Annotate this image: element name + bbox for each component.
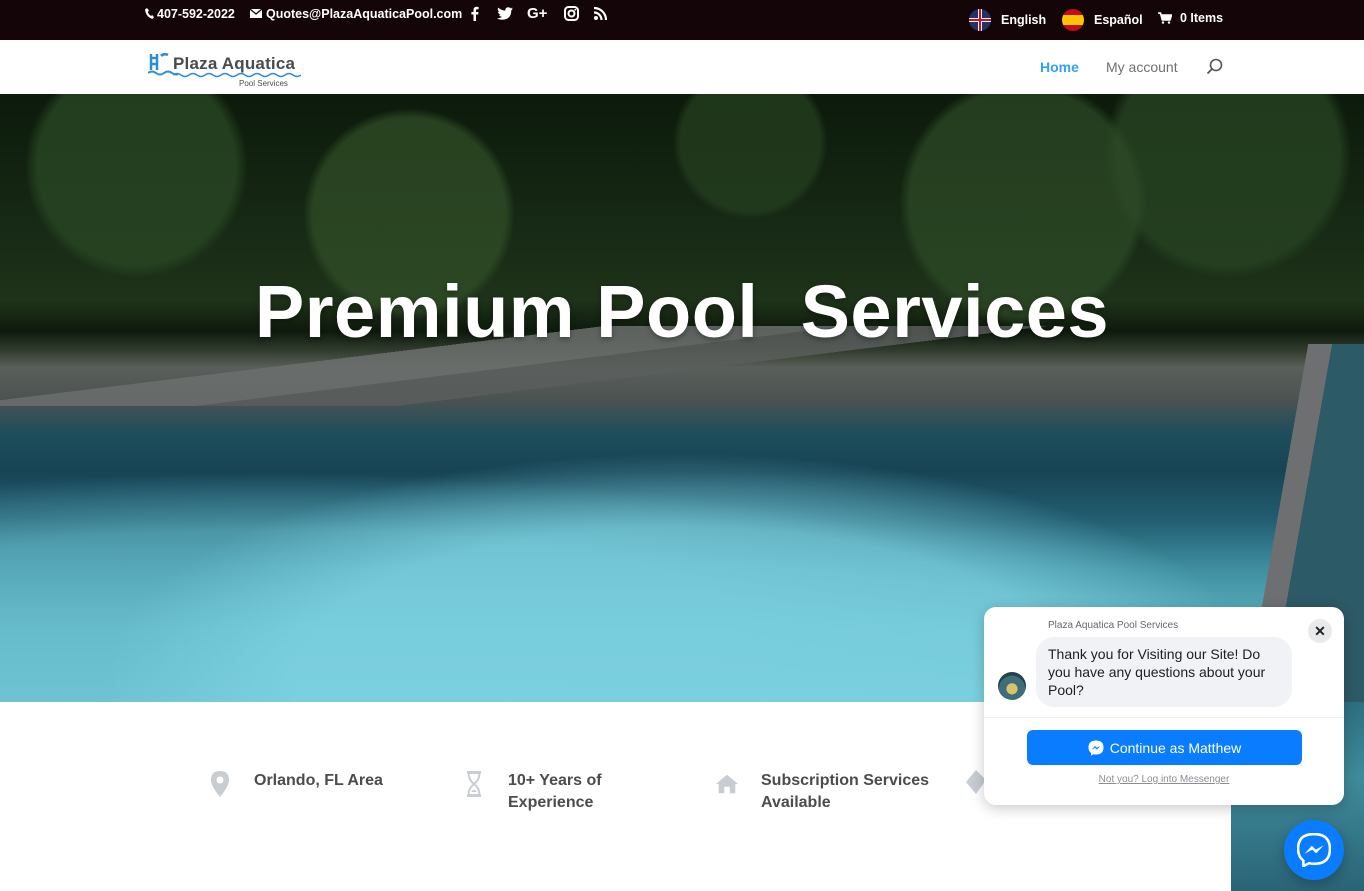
feature-subscription-text: Subscription Services Available [761, 772, 930, 811]
messenger-icon [1088, 740, 1104, 756]
home-icon [715, 770, 739, 798]
lang-english-link[interactable]: English [969, 6, 1046, 33]
cart-link[interactable]: 0 Items [1158, 4, 1223, 31]
messenger-launcher-button[interactable] [1284, 820, 1344, 880]
tag-icon [966, 770, 986, 799]
facebook-icon [471, 6, 479, 21]
top-bar: 407-592-2022 Quotes@PlazaAquaticaPool.co… [0, 0, 1364, 40]
logo-subtitle: Pool Services [239, 79, 288, 88]
continue-as-label: Continue as Matthew [1109, 739, 1242, 756]
instagram-icon [564, 6, 579, 21]
not-you-link[interactable]: Not you? Log into Messenger [984, 774, 1344, 785]
map-pin-icon [208, 770, 232, 798]
lang-spanish-label: Español [1094, 12, 1143, 27]
envelope-icon [250, 9, 262, 18]
phone-icon [145, 8, 154, 19]
logo-name: Plaza Aquatica [173, 54, 296, 73]
twitter-icon [497, 7, 513, 20]
spain-flag-icon [1062, 8, 1084, 31]
feature-experience-text: 10+ Years of Experience [508, 772, 602, 811]
facebook-link[interactable] [471, 0, 479, 27]
chat-close-button[interactable]: ✕ [1308, 619, 1332, 643]
cart-icon [1158, 11, 1172, 24]
phone-number: 407-592-2022 [157, 6, 235, 21]
feature-subscription: Subscription Services Available [715, 770, 941, 814]
lang-spanish-link[interactable]: Español [1062, 6, 1143, 33]
rss-icon [594, 7, 607, 20]
logo-wave-icon [173, 72, 301, 78]
rss-link[interactable] [594, 0, 607, 27]
continue-as-button[interactable]: Continue as Matthew [1027, 730, 1302, 765]
uk-flag-icon [969, 8, 991, 31]
messenger-chat-popup: Plaza Aquatica Pool Services ✕ Thank you… [984, 607, 1344, 805]
chat-message-bubble: Thank you for Visiting our Site! Do you … [1036, 637, 1292, 707]
email-link[interactable]: Quotes@PlazaAquaticaPool.com [250, 0, 462, 27]
feature-location-text: Orlando, FL Area [254, 772, 383, 789]
feature-experience: 10+ Years of Experience [462, 770, 628, 814]
chat-page-name: Plaza Aquatica Pool Services [1048, 620, 1179, 631]
google-plus-icon: G+ [527, 5, 548, 22]
nav-home[interactable]: Home [1040, 59, 1079, 75]
hero-title: Premium Pool Services [254, 270, 1110, 353]
chat-divider [984, 717, 1344, 718]
phone-link[interactable]: 407-592-2022 [145, 0, 235, 27]
feature-location: Orlando, FL Area [208, 770, 383, 798]
lang-english-label: English [1001, 12, 1047, 27]
messenger-icon [1297, 833, 1331, 867]
email-address: Quotes@PlazaAquaticaPool.com [266, 6, 463, 21]
site-logo[interactable]: Plaza Aquatica Pool Services [148, 47, 303, 89]
search-icon[interactable] [1206, 58, 1224, 76]
nav-my-account[interactable]: My account [1106, 59, 1178, 75]
cart-count: 0 Items [1180, 10, 1224, 25]
twitter-link[interactable] [497, 0, 513, 27]
chat-avatar [998, 672, 1026, 700]
hourglass-icon [462, 770, 486, 798]
instagram-link[interactable] [564, 0, 579, 27]
main-header: Plaza Aquatica Pool Services Home My acc… [0, 40, 1364, 94]
google-plus-link[interactable]: G+ [527, 0, 547, 27]
